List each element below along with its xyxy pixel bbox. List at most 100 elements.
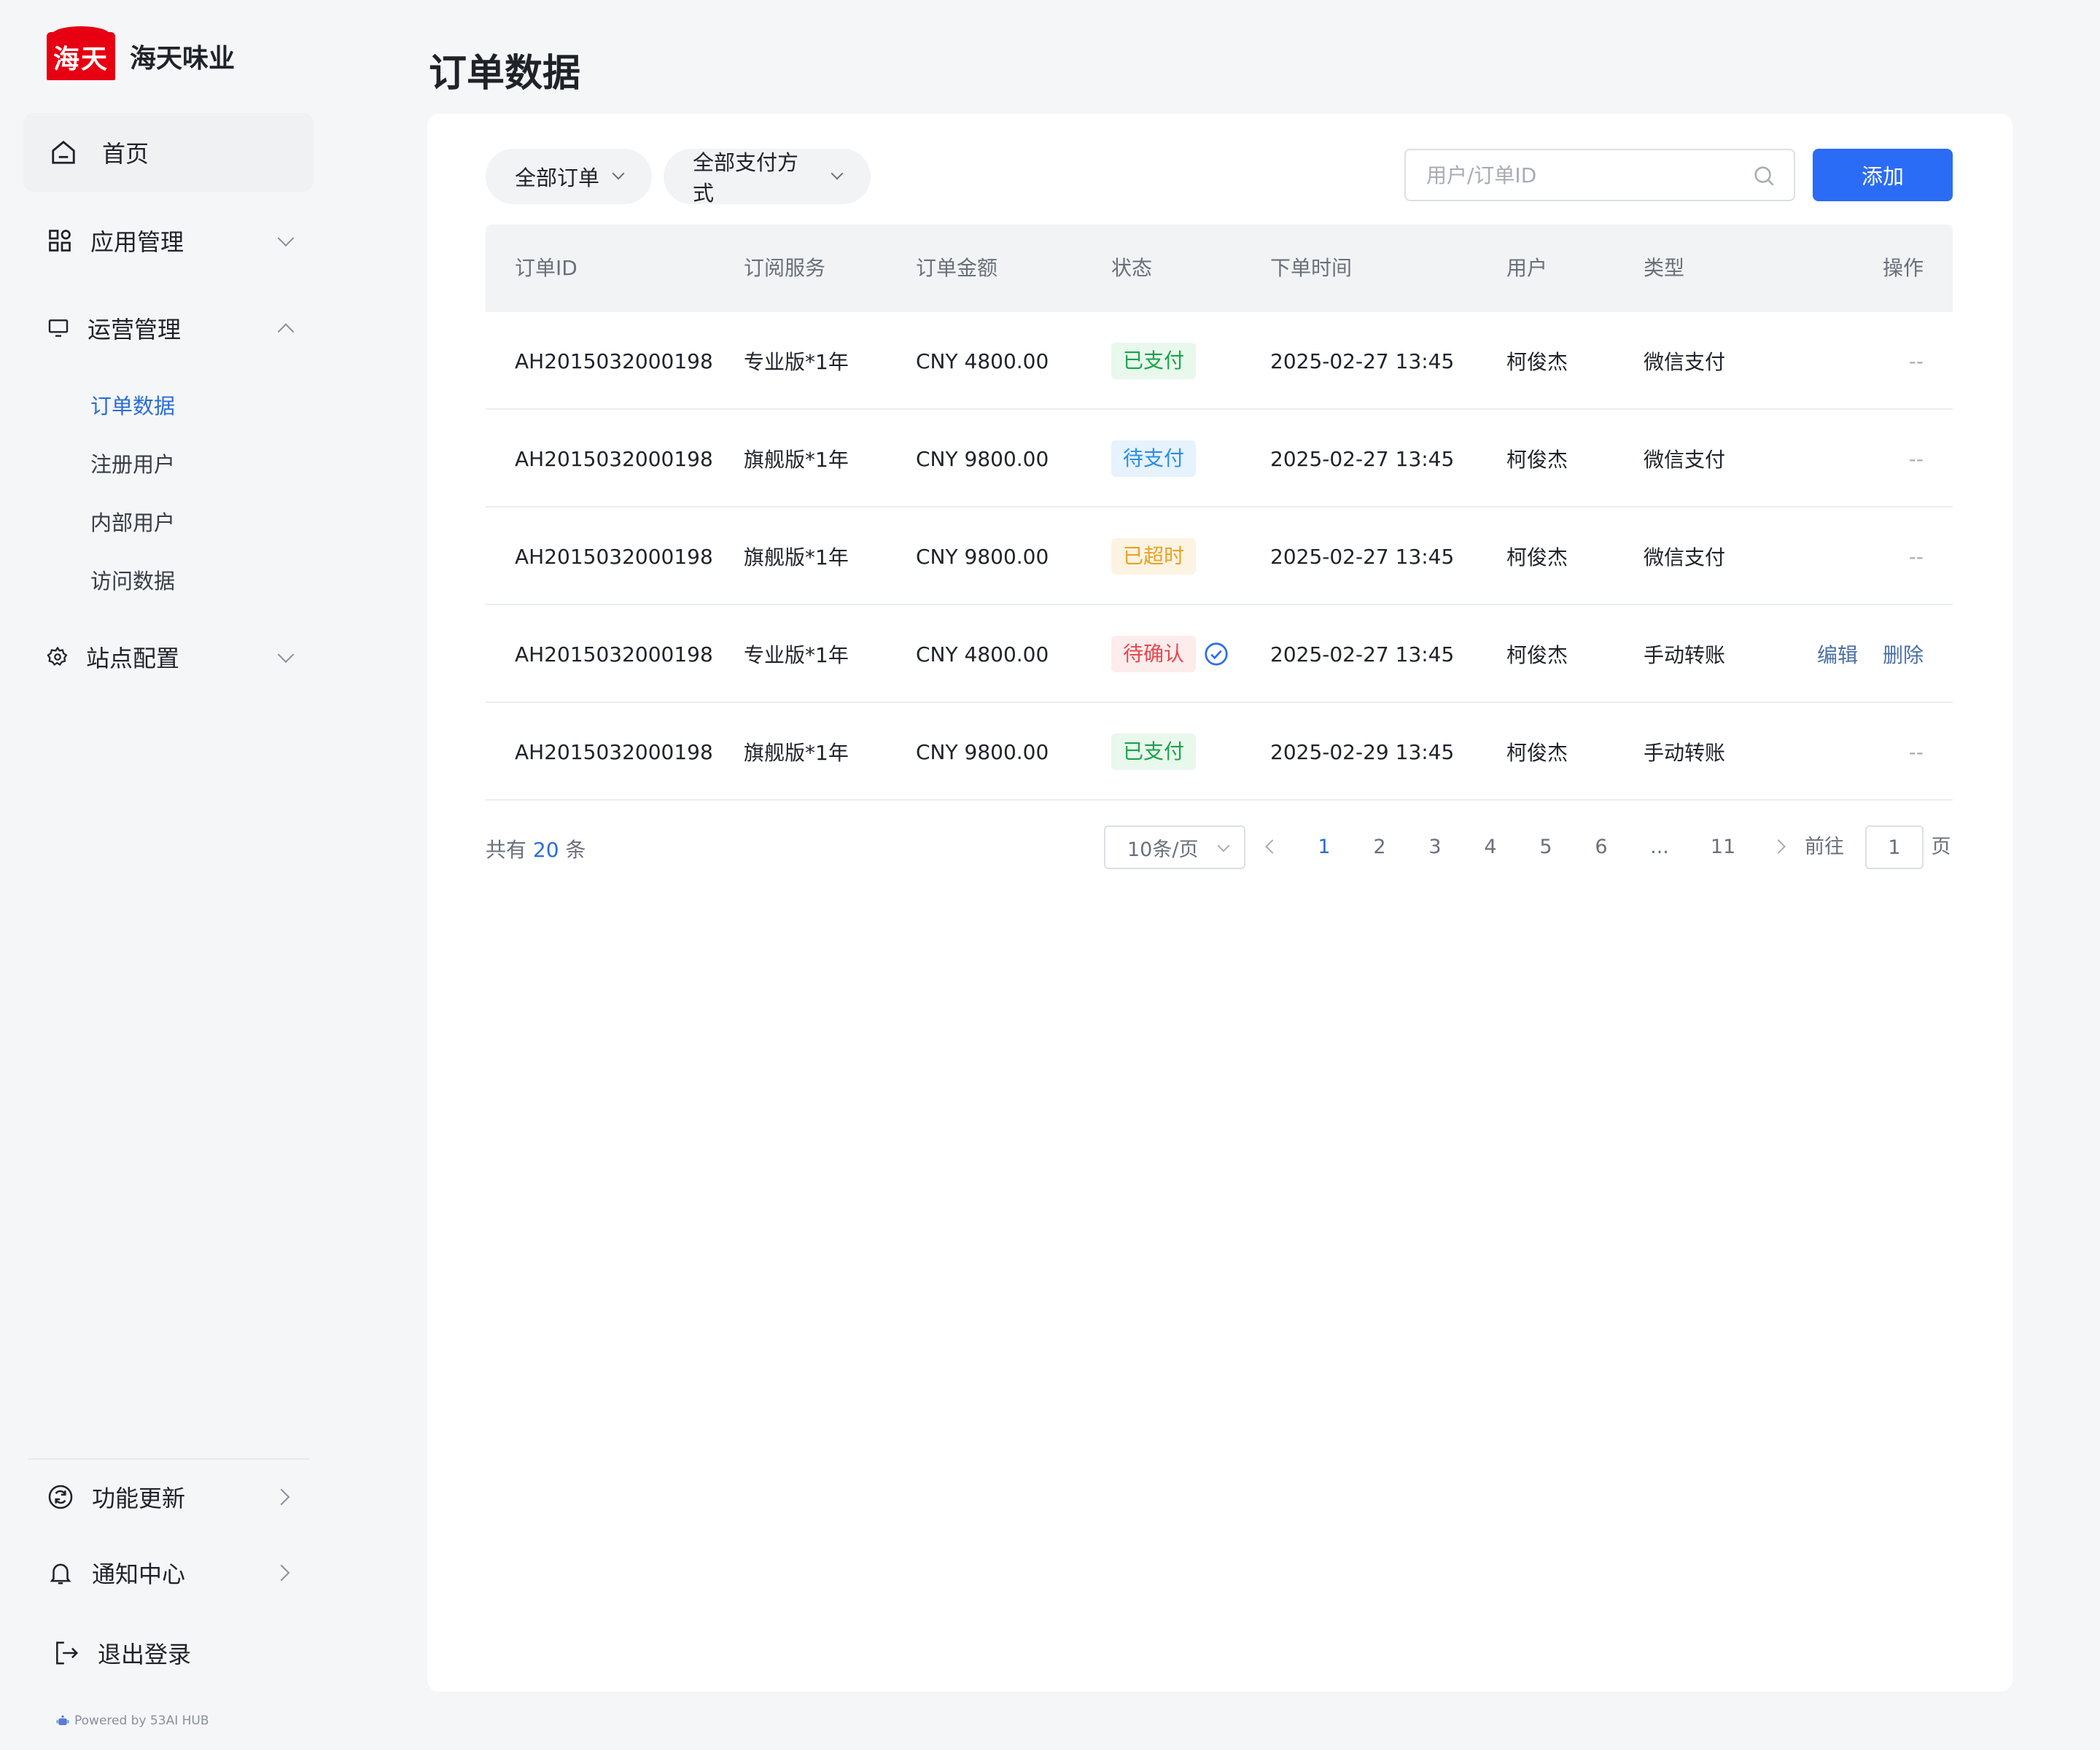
cell-actions-empty: --: [1908, 739, 1924, 764]
header-type: 类型: [1644, 256, 1685, 280]
cell-user: 柯俊杰: [1506, 545, 1568, 569]
confirm-check-icon[interactable]: [1203, 641, 1229, 667]
monitor-icon: [47, 316, 70, 340]
search-box[interactable]: [1404, 149, 1795, 201]
sidebar-divider: [28, 1458, 309, 1460]
page-1[interactable]: 1: [1310, 825, 1339, 869]
cell-user: 柯俊杰: [1506, 448, 1568, 472]
cell-type: 手动转账: [1644, 741, 1726, 765]
page-11[interactable]: 11: [1705, 825, 1741, 869]
status-badge: 已超时: [1111, 538, 1197, 575]
sidebar-item-label: 通知中心: [92, 1560, 186, 1588]
cell-service: 专业版*1年: [744, 643, 849, 667]
chevron-down-icon: [1217, 839, 1230, 852]
goto-page-input[interactable]: [1865, 825, 1924, 869]
cell-amount: CNY 9800.00: [916, 544, 1049, 569]
cell-order-id: AH2015032000198: [515, 544, 713, 569]
prev-page-icon[interactable]: [1265, 839, 1280, 854]
sidebar-item-notifications[interactable]: 通知中心: [23, 1540, 314, 1606]
page-5[interactable]: 5: [1531, 825, 1560, 869]
cell-type: 手动转账: [1644, 643, 1726, 667]
page-unit-label: 页: [1931, 836, 1951, 858]
cell-user: 柯俊杰: [1506, 741, 1568, 765]
cell-user: 柯俊杰: [1506, 350, 1568, 374]
powered-by-text: Powered by 53AI HUB: [74, 1714, 209, 1728]
chevron-right-icon: [273, 1564, 290, 1582]
powered-by: Powered by 53AI HUB: [55, 1714, 209, 1728]
cell-type: 微信支付: [1644, 545, 1726, 569]
order-filter-dropdown[interactable]: 全部订单: [486, 149, 652, 204]
sidebar-item-updates[interactable]: 功能更新: [23, 1464, 314, 1530]
bell-icon: [47, 1559, 74, 1587]
table-row: AH2015032000198 专业版*1年 CNY 4800.00 待确认 2…: [486, 605, 1953, 703]
order-filter-label: 全部订单: [515, 166, 600, 190]
cell-service: 旗舰版*1年: [744, 448, 849, 472]
page-6[interactable]: 6: [1587, 825, 1616, 869]
page-3[interactable]: 3: [1420, 825, 1450, 869]
page-size-value: 10条/页: [1127, 838, 1199, 861]
search-icon[interactable]: [1751, 163, 1776, 188]
sidebar-subitem-registered-users[interactable]: 注册用户: [90, 448, 175, 478]
cell-service: 旗舰版*1年: [744, 741, 849, 765]
page-title: 订单数据: [429, 52, 581, 96]
sidebar-item-logout[interactable]: 退出登录: [23, 1620, 314, 1686]
cell-time: 2025-02-29 13:45: [1270, 739, 1455, 764]
chevron-right-icon: [273, 1488, 290, 1506]
header-time: 下单时间: [1270, 256, 1353, 280]
delete-link[interactable]: 删除: [1883, 639, 1924, 669]
page-size-select[interactable]: 10条/页: [1104, 825, 1245, 869]
sidebar-item-ops-manage[interactable]: 运营管理: [23, 295, 314, 361]
goto-label: 前往: [1805, 836, 1844, 858]
cell-time: 2025-02-27 13:45: [1270, 446, 1455, 471]
cell-time: 2025-02-27 13:45: [1270, 642, 1455, 666]
cell-type: 微信支付: [1644, 448, 1726, 472]
cell-actions-empty: --: [1908, 349, 1924, 373]
gear-icon: [47, 646, 69, 668]
header-amount: 订单金额: [916, 256, 998, 280]
sidebar-item-site-config[interactable]: 站点配置: [23, 624, 314, 690]
total-suffix: 条: [565, 838, 586, 862]
status-badge: 已支付: [1111, 343, 1197, 379]
status-badge: 待确认: [1111, 636, 1197, 672]
next-page-icon[interactable]: [1771, 839, 1786, 854]
brand[interactable]: 海天 海天味业: [47, 26, 236, 80]
sidebar-item-label: 首页: [102, 140, 149, 168]
pay-method-filter-dropdown[interactable]: 全部支付方式: [664, 149, 871, 206]
header-order-id: 订单ID: [515, 256, 578, 280]
page-4[interactable]: 4: [1476, 825, 1505, 869]
chevron-up-icon: [277, 323, 295, 341]
header-actions: 操作: [1882, 256, 1924, 280]
sidebar-item-app-manage[interactable]: 应用管理: [23, 208, 314, 273]
sidebar-item-home[interactable]: 首页: [23, 113, 314, 192]
header-user: 用户: [1506, 256, 1548, 280]
search-input[interactable]: [1426, 163, 1747, 187]
brand-name: 海天味业: [130, 44, 236, 74]
status-badge: 待支付: [1111, 440, 1197, 477]
cell-amount: CNY 9800.00: [916, 739, 1049, 764]
page-2[interactable]: 2: [1365, 825, 1394, 869]
home-icon: [50, 139, 77, 166]
sidebar-subitem-visit-data[interactable]: 访问数据: [90, 564, 175, 595]
robot-icon: [55, 1714, 70, 1728]
add-button[interactable]: 添加: [1813, 149, 1953, 201]
header-service: 订阅服务: [744, 256, 826, 280]
sidebar-item-label: 站点配置: [86, 645, 180, 672]
cell-order-id: AH2015032000198: [515, 349, 713, 373]
sidebar: 海天 海天味业 首页 应用管理 运营管理 订单数据 注册用户 内部用户 访问数据…: [0, 0, 343, 1750]
cell-service: 专业版*1年: [744, 350, 849, 374]
sidebar-subitem-internal-users[interactable]: 内部用户: [90, 506, 175, 537]
edit-link[interactable]: 编辑: [1817, 639, 1858, 669]
sidebar-subitem-orders[interactable]: 订单数据: [90, 389, 175, 420]
page-ellipsis[interactable]: ...: [1645, 825, 1674, 869]
sidebar-item-label: 退出登录: [98, 1641, 192, 1668]
cell-user: 柯俊杰: [1506, 643, 1568, 667]
cell-actions-empty: --: [1908, 544, 1924, 569]
total-count: 共有 20 条: [486, 834, 586, 863]
sidebar-item-label: 应用管理: [90, 228, 184, 256]
table-row: AH2015032000198 旗舰版*1年 CNY 9800.00 已支付 2…: [486, 703, 1953, 801]
cell-order-id: AH2015032000198: [515, 739, 713, 764]
cell-type: 微信支付: [1644, 350, 1726, 374]
content-card: 全部订单 全部支付方式 添加 订单ID 订阅服务 订单金额 状态 下单时间 用户…: [427, 114, 2012, 1692]
chevron-down-icon: [612, 167, 625, 180]
chevron-down-icon: [277, 230, 295, 247]
